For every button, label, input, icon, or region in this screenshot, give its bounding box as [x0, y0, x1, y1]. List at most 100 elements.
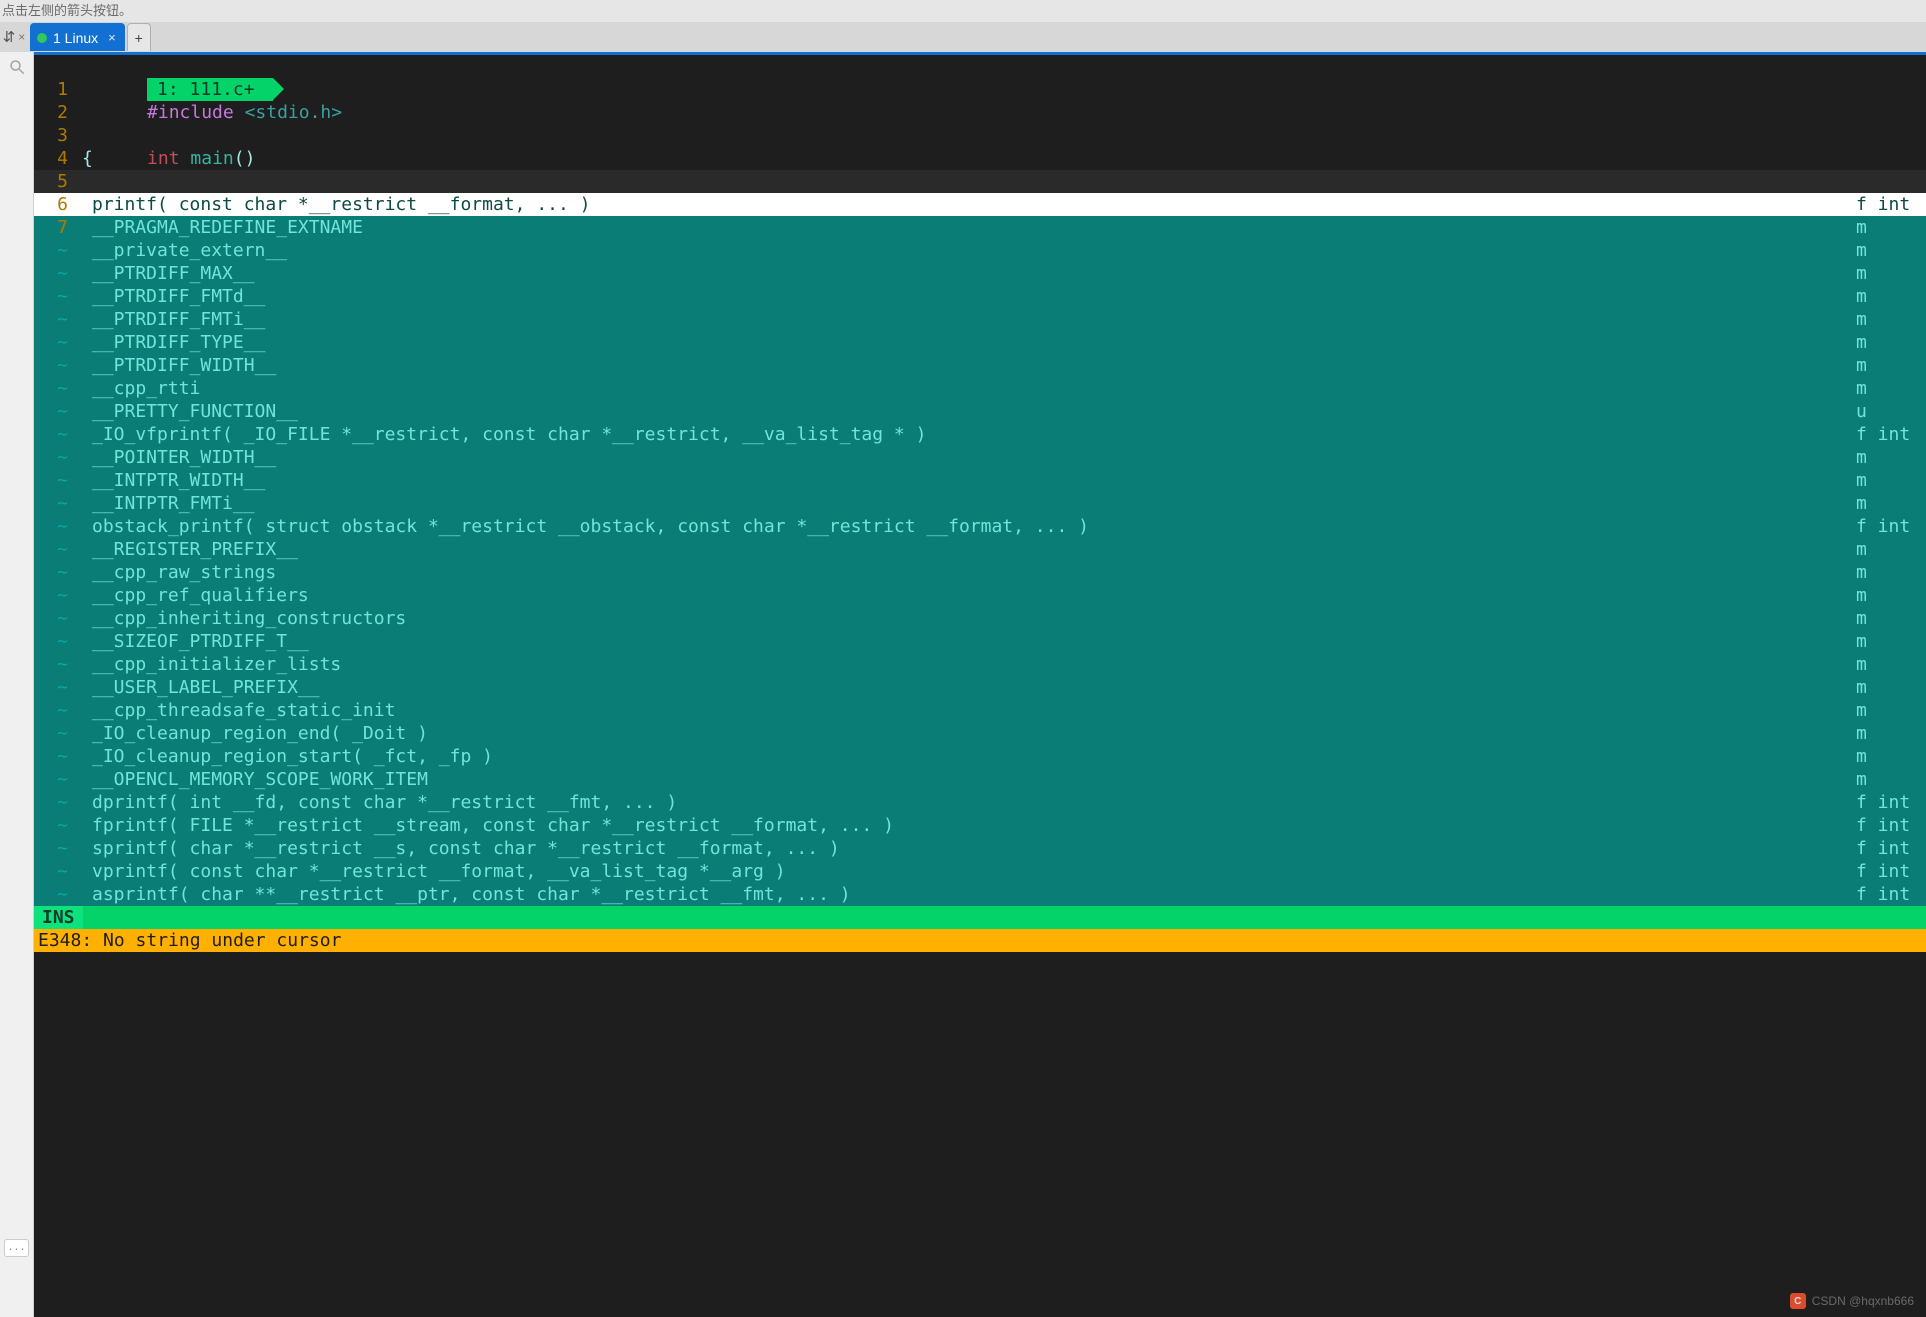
- completion-item[interactable]: ~__PTRDIFF_FMTi__m: [34, 308, 1926, 331]
- status-dot-icon: [37, 33, 47, 43]
- line-number: ~: [34, 860, 82, 883]
- line-number: ~: [34, 561, 82, 584]
- line-number: ~: [34, 469, 82, 492]
- completion-item[interactable]: ~sprintf( char *__restrict __s, const ch…: [34, 837, 1926, 860]
- completion-label: printf( const char *__restrict __format,…: [82, 193, 1856, 216]
- completion-kind: m: [1856, 607, 1926, 630]
- file-tabs: 1: 111.c+: [82, 55, 1926, 78]
- completion-kind: m: [1856, 722, 1926, 745]
- line-number: ~: [34, 883, 82, 906]
- completion-label: __PTRDIFF_FMTd__: [82, 285, 1856, 308]
- completion-item[interactable]: ~__PRETTY_FUNCTION__u: [34, 400, 1926, 423]
- completion-item[interactable]: ~__USER_LABEL_PREFIX__m: [34, 676, 1926, 699]
- terminal-editor[interactable]: 1: 111.c+ 1 #include <stdio.h> 2 3 int m…: [34, 52, 1926, 1317]
- line-number: ~: [34, 607, 82, 630]
- code-line[interactable]: 2: [34, 101, 1926, 124]
- completion-kind: f int: [1856, 837, 1926, 860]
- completion-item[interactable]: ~obstack_printf( struct obstack *__restr…: [34, 515, 1926, 538]
- completion-label: __PTRDIFF_TYPE__: [82, 331, 1856, 354]
- line-number: ~: [34, 584, 82, 607]
- completion-item[interactable]: ~__SIZEOF_PTRDIFF_T__m: [34, 630, 1926, 653]
- completion-item[interactable]: ~__POINTER_WIDTH__m: [34, 446, 1926, 469]
- completion-popup[interactable]: 6printf( const char *__restrict __format…: [34, 193, 1926, 906]
- close-icon[interactable]: ×: [108, 30, 116, 45]
- watermark: C CSDN @hqxnb666: [1790, 1293, 1914, 1309]
- completion-label: __PRAGMA_REDEFINE_EXTNAME: [82, 216, 1856, 239]
- completion-kind: f int: [1856, 193, 1926, 216]
- completion-item[interactable]: ~__cpp_rttim: [34, 377, 1926, 400]
- completion-item[interactable]: ~vprintf( const char *__restrict __forma…: [34, 860, 1926, 883]
- completion-label: __cpp_ref_qualifiers: [82, 584, 1856, 607]
- completion-item[interactable]: ~__REGISTER_PREFIX__m: [34, 538, 1926, 561]
- close-icon[interactable]: ×: [18, 30, 25, 44]
- completion-item[interactable]: ~dprintf( int __fd, const char *__restri…: [34, 791, 1926, 814]
- more-options[interactable]: ...: [4, 1239, 29, 1257]
- completion-item[interactable]: 6printf( const char *__restrict __format…: [34, 193, 1926, 216]
- completion-item[interactable]: ~__private_extern__m: [34, 239, 1926, 262]
- line-number: ~: [34, 262, 82, 285]
- completion-item[interactable]: ~fprintf( FILE *__restrict __stream, con…: [34, 814, 1926, 837]
- completion-label: _IO_cleanup_region_start( _fct, _fp ): [82, 745, 1856, 768]
- completion-kind: m: [1856, 630, 1926, 653]
- completion-label: __OPENCL_MEMORY_SCOPE_WORK_ITEM: [82, 768, 1856, 791]
- line-number: ~: [34, 676, 82, 699]
- completion-item[interactable]: ~asprintf( char **__restrict __ptr, cons…: [34, 883, 1926, 906]
- completion-label: __PTRDIFF_WIDTH__: [82, 354, 1856, 377]
- completion-item[interactable]: ~__PTRDIFF_MAX__m: [34, 262, 1926, 285]
- completion-label: _IO_cleanup_region_end( _Doit ): [82, 722, 1856, 745]
- completion-item[interactable]: ~__PTRDIFF_FMTd__m: [34, 285, 1926, 308]
- completion-item[interactable]: ~__PTRDIFF_TYPE__m: [34, 331, 1926, 354]
- line-number: 7: [34, 216, 82, 239]
- completion-label: __cpp_initializer_lists: [82, 653, 1856, 676]
- completion-item[interactable]: ~__cpp_raw_stringsm: [34, 561, 1926, 584]
- completion-item[interactable]: ~__PTRDIFF_WIDTH__m: [34, 354, 1926, 377]
- completion-item[interactable]: ~_IO_vfprintf( _IO_FILE *__restrict, con…: [34, 423, 1926, 446]
- line-number: ~: [34, 446, 82, 469]
- code-line[interactable]: 3 int main(): [34, 124, 1926, 147]
- completion-kind: m: [1856, 492, 1926, 515]
- completion-item[interactable]: ~_IO_cleanup_region_start( _fct, _fp )m: [34, 745, 1926, 768]
- completion-item[interactable]: ~__cpp_inheriting_constructorsm: [34, 607, 1926, 630]
- completion-label: vprintf( const char *__restrict __format…: [82, 860, 1856, 883]
- status-rest: [83, 906, 1926, 929]
- completion-kind: f int: [1856, 423, 1926, 446]
- completion-kind: f int: [1856, 883, 1926, 906]
- line-number: ~: [34, 745, 82, 768]
- completion-kind: m: [1856, 377, 1926, 400]
- command-line[interactable]: E348: No string under cursor: [34, 929, 1926, 952]
- completion-label: __SIZEOF_PTRDIFF_T__: [82, 630, 1856, 653]
- tab-label: 1 Linux: [53, 30, 98, 46]
- hint-bar: 点击左侧的箭头按钮。: [0, 0, 1926, 22]
- tab-linux[interactable]: 1 Linux ×: [30, 23, 125, 51]
- completion-item[interactable]: ~__INTPTR_FMTi__m: [34, 492, 1926, 515]
- status-bar: INS: [34, 906, 1926, 929]
- code-line[interactable]: 4 {: [34, 147, 1926, 170]
- completion-label: dprintf( int __fd, const char *__restric…: [82, 791, 1856, 814]
- code-line[interactable]: 1 #include <stdio.h>: [34, 78, 1926, 101]
- completion-item[interactable]: ~_IO_cleanup_region_end( _Doit )m: [34, 722, 1926, 745]
- completion-label: __USER_LABEL_PREFIX__: [82, 676, 1856, 699]
- completion-kind: m: [1856, 584, 1926, 607]
- search-icon[interactable]: [8, 58, 26, 76]
- line-number: ~: [34, 400, 82, 423]
- add-tab-button[interactable]: +: [127, 23, 151, 51]
- completion-label: __INTPTR_FMTi__: [82, 492, 1856, 515]
- completion-item[interactable]: ~__OPENCL_MEMORY_SCOPE_WORK_ITEMm: [34, 768, 1926, 791]
- gutter: [34, 55, 82, 78]
- completion-kind: m: [1856, 239, 1926, 262]
- session-drag-handle[interactable]: ⇵ ×: [0, 23, 28, 51]
- completion-item[interactable]: ~__INTPTR_WIDTH__m: [34, 469, 1926, 492]
- completion-label: fprintf( FILE *__restrict __stream, cons…: [82, 814, 1856, 837]
- completion-item[interactable]: ~__cpp_ref_qualifiersm: [34, 584, 1926, 607]
- completion-kind: f int: [1856, 791, 1926, 814]
- completion-item[interactable]: ~__cpp_threadsafe_static_initm: [34, 699, 1926, 722]
- line-number: ~: [34, 653, 82, 676]
- completion-item[interactable]: 7__PRAGMA_REDEFINE_EXTNAMEm: [34, 216, 1926, 239]
- completion-item[interactable]: ~__cpp_initializer_listsm: [34, 653, 1926, 676]
- completion-kind: m: [1856, 331, 1926, 354]
- line-number: ~: [34, 699, 82, 722]
- line-number: ~: [34, 285, 82, 308]
- code-line-current[interactable]: 5 printf: [34, 170, 1926, 193]
- csdn-logo-icon: C: [1790, 1293, 1806, 1309]
- completion-label: __cpp_threadsafe_static_init: [82, 699, 1856, 722]
